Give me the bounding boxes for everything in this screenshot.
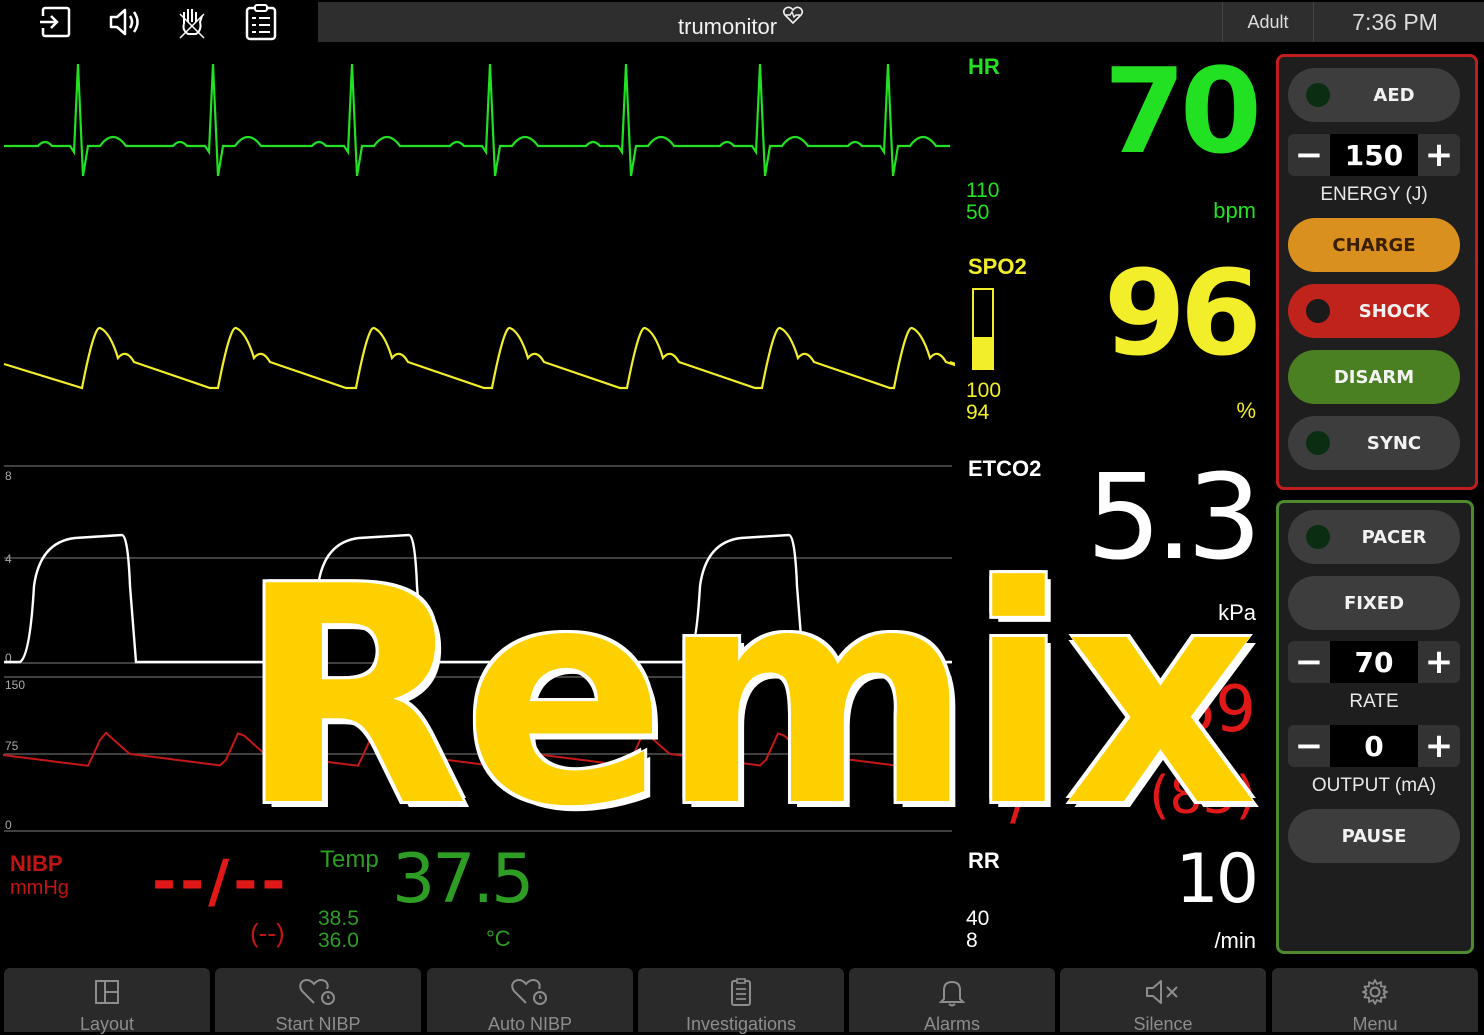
abp-scale-0: 0 xyxy=(5,818,12,832)
output-decrease-button[interactable]: − xyxy=(1288,725,1330,767)
rate-stepper: − 70 + xyxy=(1288,641,1460,683)
exit-icon[interactable] xyxy=(33,2,77,42)
spo2-unit: % xyxy=(1236,398,1256,423)
nibp-label: NIBP mmHg xyxy=(10,851,69,900)
fixed-mode-button[interactable]: FIXED xyxy=(1288,576,1460,630)
energy-decrease-button[interactable]: − xyxy=(1288,134,1330,176)
spo2-label: SPO2 xyxy=(968,254,1027,279)
aed-button[interactable]: AED xyxy=(1288,68,1460,122)
rr-unit: /min xyxy=(1214,928,1256,953)
spo2-perfusion-bar xyxy=(972,288,994,370)
hr-limits[interactable]: 110 50 xyxy=(966,180,999,224)
investigations-button[interactable]: Investigations xyxy=(638,968,844,1034)
patient-type[interactable]: Adult xyxy=(1222,2,1314,42)
clipboard-list-icon xyxy=(728,978,754,1006)
hr-unit: bpm xyxy=(1213,198,1256,223)
abp-scale-150: 150 xyxy=(5,678,25,692)
spo2-waveform xyxy=(3,326,955,390)
top-bar: trumonitor Adult 7:36 PM xyxy=(0,0,1484,44)
heart-timer-icon xyxy=(510,978,550,1006)
aed-indicator xyxy=(1306,83,1330,107)
brand-logo: trumonitor xyxy=(678,6,804,40)
pacer-button[interactable]: PACER xyxy=(1288,510,1460,564)
etco2-label: ETCO2 xyxy=(968,456,1042,481)
hand-icon[interactable] xyxy=(170,2,214,42)
speaker-icon[interactable] xyxy=(102,2,146,42)
output-increase-button[interactable]: + xyxy=(1418,725,1460,767)
ecg-waveform xyxy=(4,63,950,177)
abp-scale-75: 75 xyxy=(5,739,19,753)
energy-label: ENERGY (J) xyxy=(1320,184,1428,205)
start-nibp-button[interactable]: Start NIBP xyxy=(215,968,421,1034)
shock-button[interactable]: SHOCK xyxy=(1288,284,1460,338)
gear-icon xyxy=(1360,978,1390,1006)
energy-stepper: − 150 + xyxy=(1288,134,1460,176)
energy-value: 150 xyxy=(1330,134,1418,176)
nibp-mean: (--) xyxy=(250,918,285,948)
spo2-limits[interactable]: 100 94 xyxy=(966,380,1001,424)
disarm-button[interactable]: DISARM xyxy=(1288,350,1460,404)
etco2-scale-8: 8 xyxy=(5,469,12,483)
bell-icon xyxy=(938,978,966,1007)
heart-clock-icon xyxy=(298,978,338,1006)
auto-nibp-button[interactable]: Auto NIBP xyxy=(427,968,633,1034)
output-stepper: − 0 + xyxy=(1288,725,1460,767)
hr-value[interactable]: 70 xyxy=(1080,46,1262,176)
clipboard-icon[interactable] xyxy=(239,2,283,42)
remix-overlay-text: Remix xyxy=(238,523,1257,872)
sync-indicator xyxy=(1306,431,1330,455)
spo2-value[interactable]: 96 xyxy=(1080,248,1262,378)
layout-icon xyxy=(93,978,121,1006)
pacer-indicator xyxy=(1306,525,1330,549)
layout-button[interactable]: Layout xyxy=(4,968,210,1034)
sync-button[interactable]: SYNC xyxy=(1288,416,1460,470)
temp-unit: °C xyxy=(486,926,511,951)
rate-label: RATE xyxy=(1349,691,1399,712)
etco2-scale-4: 4 xyxy=(5,552,12,566)
pause-button[interactable]: PAUSE xyxy=(1288,809,1460,863)
rate-decrease-button[interactable]: − xyxy=(1288,641,1330,683)
mute-icon xyxy=(1143,978,1183,1006)
silence-button[interactable]: Silence xyxy=(1060,968,1266,1034)
alarms-button[interactable]: Alarms xyxy=(849,968,1055,1034)
output-value: 0 xyxy=(1330,725,1418,767)
rate-increase-button[interactable]: + xyxy=(1418,641,1460,683)
temp-limits[interactable]: 38.5 36.0 xyxy=(318,908,359,952)
shock-indicator xyxy=(1306,299,1330,323)
menu-button[interactable]: Menu xyxy=(1272,968,1478,1034)
output-label: OUTPUT (mA) xyxy=(1311,775,1437,796)
clock: 7:36 PM xyxy=(1352,8,1438,35)
rr-limits[interactable]: 40 8 xyxy=(966,908,989,952)
charge-button[interactable]: CHARGE xyxy=(1288,218,1460,272)
energy-increase-button[interactable]: + xyxy=(1418,134,1460,176)
rate-value: 70 xyxy=(1330,641,1418,683)
hr-label: HR xyxy=(968,54,1000,79)
